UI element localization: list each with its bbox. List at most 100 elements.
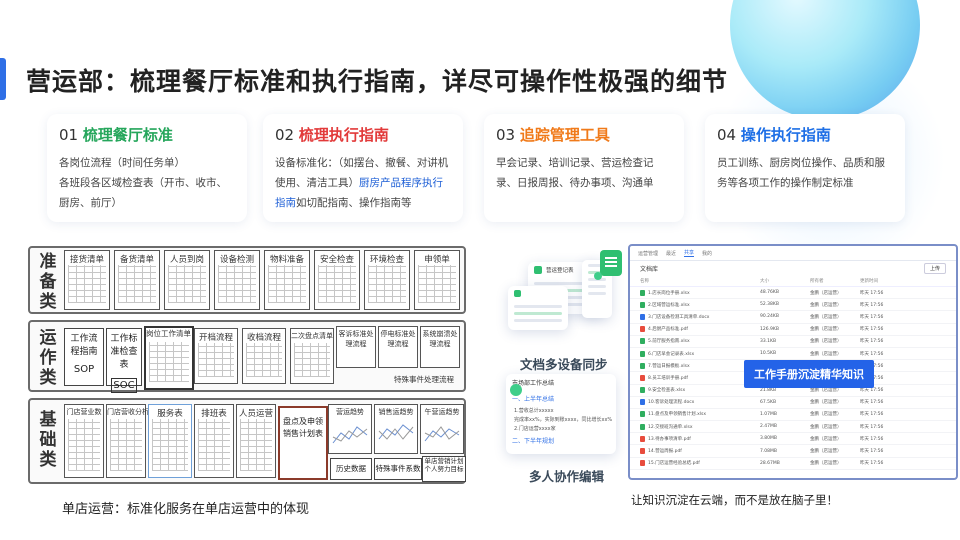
col-name[interactable]: 名称 [640,278,760,284]
doc-thumb-title: 午营运趋势 [424,408,460,416]
file-name: 2.区域营运标准.xlsx [648,302,690,308]
tab-mine[interactable]: 我的 [702,250,712,257]
doc-thumb-title: 停电标准处理流程 [380,330,416,348]
file-name: 10.客诉处理流程.docx [648,400,695,406]
row-label: 基 础 类 [34,410,62,470]
doc-thumb-title: 收档流程 [246,333,281,343]
file-name: 15.门店运营经验总结.pdf [648,461,700,467]
file-updated: 昨天 17:56 [860,424,884,430]
doc-thumb: 设备检测 [214,250,260,310]
doc-thumb: 开档流程 [194,328,238,384]
file-icon [640,387,645,394]
tab-shared[interactable]: 共享 [684,249,695,257]
col-size[interactable]: 大小 [760,278,810,284]
soc-tag: SOC [111,378,137,393]
doc-thumb-title: 排班表 [201,409,227,419]
user-avatar [510,384,522,396]
file-row[interactable]: 14.营运周报.pdf 7.08MB 金鹏（店运营） 昨天 17:56 [630,445,956,458]
doc-thumb: 客诉标准处理流程 [336,326,376,368]
file-row[interactable]: 2.区域营运标准.xlsx 52.38KB 金鹏（店运营） 昨天 17:56 [630,299,956,312]
doc-thumb: 门店营业数 [64,404,104,478]
doc-thumb: 二次盘点清单 [290,328,334,384]
file-size: 3.80MB [760,436,777,442]
doc-thumb-title: 物料准备 [269,255,304,265]
doc-thumb-title: 销售运趋势 [378,408,414,416]
card-text: 各岗位流程（时间任务单） [59,157,185,169]
trend-chart-thumb: 午营运趋势 [420,404,464,454]
diagram-caption: 单店运营：标准化服务在单店运营中的体现 [62,502,310,517]
file-icon [640,313,645,320]
card-heading: 梳理餐厅标准 [82,126,173,144]
file-icon [640,362,645,369]
file-icon [640,460,645,467]
card-number: 03 [496,126,520,144]
file-row[interactable]: 5.前厅服务指南.xlsx 33.1KB 金鹏（店运营） 昨天 17:56 [630,336,956,348]
file-updated: 昨天 17:56 [860,436,884,442]
col-owner[interactable]: 所有者 [810,278,860,284]
file-icon [640,423,645,430]
row-label-char: 运 [39,328,57,348]
tab-bar: 运营管理 最近 共享 我的 [630,246,956,261]
col-updated[interactable]: 更新时间 [860,278,900,284]
doc-thumb: 物料准备 [264,250,310,310]
tab-ops[interactable]: 运营管理 [638,250,658,257]
row-label-char: 作 [39,348,57,368]
file-owner: 金鹏（店运营） [810,302,842,308]
doc-thumb-title: 客诉标准处理流程 [338,330,374,348]
special-factor-box: 特殊事件系数 [374,458,422,480]
file-row[interactable]: 13.待办事项清单.pdf 3.80MB 金鹏（店运营） 昨天 17:56 [630,433,956,446]
doc-thumb: 接货清单 [64,250,110,310]
card-number: 04 [717,126,741,144]
doc-thumb-title: 人员运营 [238,409,273,419]
special-event-note: 特殊事件处理流程 [394,375,454,384]
file-owner: 金鹏（店运营） [810,314,842,320]
trend-line-icon [378,424,414,440]
doc-thumb-title: 申领单 [424,255,450,265]
doc-thumb-title: 系统崩溃处理流程 [422,330,458,348]
operation-row: 运 作 类 工作流程指南 SOP 工作标准检查表 SOC 岗位工作清单 开档流程… [28,320,466,393]
file-owner: 金鹏（店运营） [810,461,842,467]
file-size: 90.24KB [760,314,779,320]
file-row[interactable]: 4.后厨产品标准.pdf 126.9KB 金鹏（店运营） 昨天 17:56 [630,324,956,336]
file-updated: 昨天 17:56 [860,302,884,308]
file-owner: 金鹏（店运营） [810,339,842,345]
file-name: 3.门店设备检测工具清单.docx [648,314,710,320]
doc-thumb: 申领单 [414,250,460,310]
file-updated: 昨天 17:56 [860,400,884,406]
file-row[interactable]: 12.交接班沟通单.xlsx 2.47MB 金鹏（店运营） 昨天 17:56 [630,421,956,434]
doc-thumb: 门店营收分析 [106,404,149,478]
file-row[interactable]: 6.门店早会记录表.xlsx 10.5KB 金鹏（店运营） 昨天 17:56 [630,348,956,361]
row-label-char: 类 [39,450,57,470]
upload-button[interactable]: 上传 [923,262,946,274]
file-row[interactable]: 15.门店运营经验总结.pdf 28.67MB 金鹏（店运营） 昨天 17:56 [630,458,956,470]
history-data-box: 历史数据 [330,458,372,480]
file-updated: 昨天 17:56 [860,351,884,357]
doc-thumb: 安全检查 [314,250,360,310]
file-owner: 金鹏（店运营） [810,290,842,296]
folder-header: 文档库 上传 [630,261,956,275]
card-number: 02 [275,126,299,144]
file-name: 6.门店早会记录表.xlsx [648,351,695,357]
doc-thumb: 排班表 [194,404,234,478]
file-owner: 金鹏（店运营） [810,436,842,442]
doc-thumb: 收档流程 [242,328,286,384]
tab-recent[interactable]: 最近 [666,250,676,257]
editor-heading: 二、下半年规划 [512,438,555,445]
editor-heading: 一、上半年总结 [512,396,555,403]
sop-tag: SOP [73,364,95,375]
file-row[interactable]: 1.店长岗位手册.xlsx 48.76KB 金鹏（店运营） 昨天 17:56 [630,287,956,300]
doc-thumb-title: 开档流程 [198,333,233,343]
row-label: 运 作 类 [34,328,62,388]
file-owner: 金鹏（店运营） [810,327,842,333]
file-updated: 昨天 17:56 [860,461,884,467]
file-icon [640,435,645,442]
card-tools: 03 追踪管理工具 早会记录、培训记录、营运检查记录、日报周报、待办事项、沟通单 [484,114,684,222]
store-operation-diagram: 准 备 类 接货清单 备货清单 人员到岗 设备检测 物料准备 安全检查 环境检查… [28,246,466,486]
collab-editor: 市场部工作总结 一、上半年总结 1.营收总计xxxxx 完成率xx%，实际到账x… [506,374,616,454]
file-name: 7.营运日报模板.xlsx [648,363,690,369]
file-row[interactable]: 3.门店设备检测工具清单.docx 90.24KB 金鹏（店运营） 昨天 17:56 [630,311,956,324]
file-name: 9.安全检查表.xlsx [648,388,686,394]
file-row[interactable]: 11.盘点及申领销售计划.xlsx 1.07MB 金鹏（店运营） 昨天 17:56 [630,409,956,422]
trend-chart-thumb: 销售运趋势 [374,404,418,454]
file-row[interactable]: 10.客诉处理流程.docx 67.5KB 金鹏（店运营） 昨天 17:56 [630,397,956,409]
